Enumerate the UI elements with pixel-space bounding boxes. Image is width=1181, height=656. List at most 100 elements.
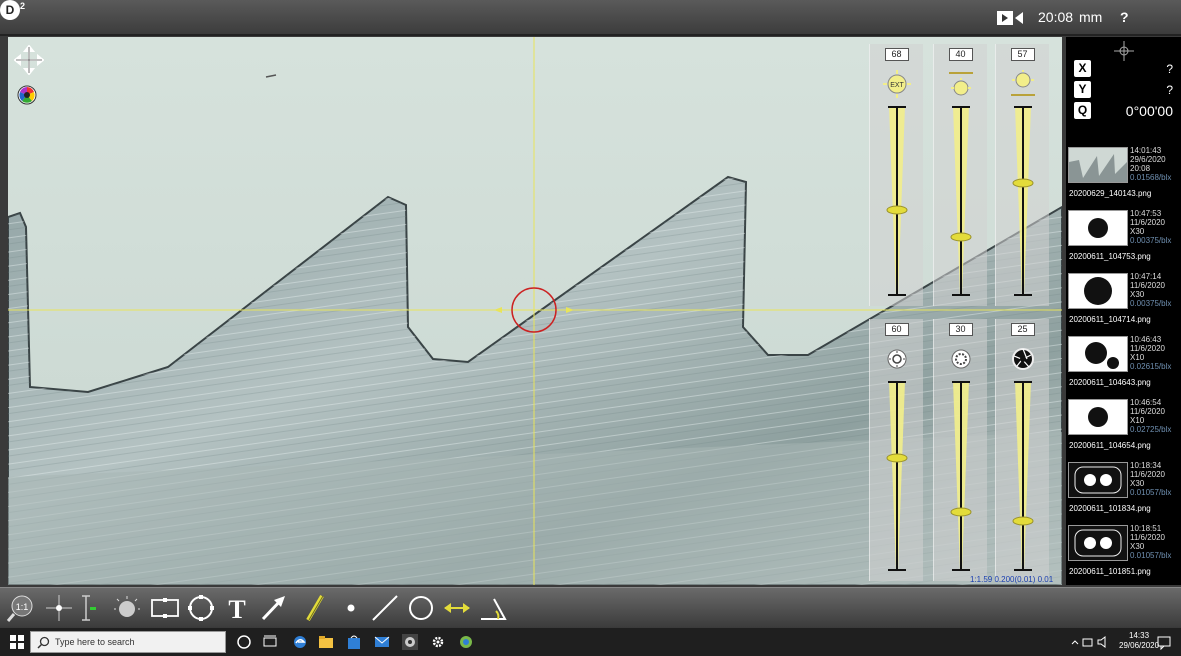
gallery-item[interactable]: 10:47:53 11/6/2020 X30 0.00375/blx 20200611_… bbox=[1066, 206, 1181, 269]
gallery-item[interactable]: 10:18:34 11/6/2020 X30 0.01057/blx 20200611_… bbox=[1066, 458, 1181, 521]
slider-track[interactable] bbox=[886, 381, 908, 571]
file-explorer-icon[interactable] bbox=[318, 634, 334, 650]
gallery-time: 10:47:53 bbox=[1130, 209, 1162, 218]
rectangle-tool[interactable] bbox=[150, 593, 180, 623]
slider-aperture[interactable]: 25 bbox=[995, 319, 1049, 581]
windows-taskbar: Type here to search 14:33 29/06/2020 bbox=[0, 628, 1181, 656]
system-tray-icons[interactable] bbox=[1070, 634, 1114, 650]
right-sidebar: X ? Y ? Q 0°00'00 14:01:43 29/6/2020 20:08… bbox=[1066, 37, 1181, 585]
settings-icon[interactable] bbox=[430, 634, 446, 650]
app-pinned-icon[interactable] bbox=[458, 634, 474, 650]
microscope-app-icon[interactable] bbox=[402, 634, 418, 650]
gallery-zoom: X30 bbox=[1130, 479, 1145, 488]
gallery-filename: 20200611_101851.png bbox=[1069, 567, 1151, 576]
gallery-item[interactable]: 14:01:43 29/6/2020 20:08 0.01568/blx 2020062… bbox=[1066, 143, 1181, 206]
edge-browser-icon[interactable] bbox=[292, 634, 308, 650]
gallery-time: 10:47:14 bbox=[1130, 272, 1162, 281]
gallery-date: 11/6/2020 bbox=[1130, 218, 1165, 227]
video-record-icon[interactable] bbox=[996, 9, 1024, 27]
slider-track[interactable] bbox=[1012, 381, 1034, 571]
slider-value[interactable]: 68 bbox=[884, 48, 909, 61]
crosshair-tool[interactable] bbox=[44, 593, 74, 623]
pen-tool[interactable] bbox=[300, 593, 330, 623]
slider-knob[interactable] bbox=[886, 205, 907, 215]
gallery-thumbnail[interactable] bbox=[1068, 273, 1128, 309]
circle-measure-tool[interactable] bbox=[406, 593, 436, 623]
slider-track[interactable] bbox=[950, 106, 972, 296]
slider-knob[interactable] bbox=[950, 507, 971, 517]
measure-toolbar: 1:1 T bbox=[0, 587, 1181, 627]
x-axis-button[interactable]: X bbox=[1074, 60, 1091, 77]
gallery-scale: 0.01057/blx bbox=[1130, 551, 1172, 560]
text-tool[interactable]: T bbox=[222, 593, 252, 624]
slider-track[interactable] bbox=[886, 106, 908, 296]
slider-brightness[interactable]: 60 bbox=[869, 319, 923, 581]
gallery-item[interactable]: 10:18:51 11/6/2020 X30 0.01057/blx 20200611_… bbox=[1066, 521, 1181, 584]
zoom-1to1-tool[interactable]: 1:1 bbox=[6, 593, 36, 623]
help-button[interactable]: ? bbox=[1120, 9, 1129, 25]
gallery-meta: 10:18:34 11/6/2020 X30 0.01057/blx bbox=[1130, 461, 1171, 497]
zoom-level-button[interactable]: D2 bbox=[0, 0, 25, 20]
unit-selector[interactable]: mm bbox=[1079, 9, 1102, 25]
slider-value[interactable]: 57 bbox=[1010, 48, 1035, 61]
slider-knob[interactable] bbox=[886, 453, 907, 463]
line-tool[interactable] bbox=[370, 593, 400, 623]
svg-text:1:1: 1:1 bbox=[16, 602, 29, 612]
slider-value[interactable]: 40 bbox=[948, 48, 973, 61]
slider-ring-light[interactable]: 57 bbox=[995, 44, 1049, 306]
taskbar-clock[interactable]: 14:33 29/06/2020 bbox=[1119, 631, 1159, 651]
taskbar-search-input[interactable]: Type here to search bbox=[30, 631, 226, 653]
brightness-icon bbox=[883, 345, 911, 373]
gallery-filename: 20200629_140143.png bbox=[1069, 189, 1152, 198]
windows-start-icon[interactable] bbox=[10, 635, 24, 649]
y-axis-button[interactable]: Y bbox=[1074, 81, 1091, 98]
color-wheel-icon[interactable] bbox=[17, 85, 37, 105]
vertical-measure-tool[interactable] bbox=[76, 593, 106, 623]
q-angle-button[interactable]: Q bbox=[1074, 102, 1091, 119]
slider-ext-light[interactable]: 68 EXT bbox=[869, 44, 923, 306]
point-tool[interactable] bbox=[336, 593, 366, 623]
gallery-thumbnail[interactable] bbox=[1068, 462, 1128, 498]
gallery-date: 11/6/2020 bbox=[1130, 533, 1165, 542]
gallery-thumbnail[interactable] bbox=[1068, 336, 1128, 372]
camera-view[interactable]: 68 EXT 40 57 60 30 25 1:1.59 0.200(0.01) 0.01 bbox=[8, 37, 1062, 585]
gallery-thumbnail[interactable] bbox=[1068, 399, 1128, 435]
gallery-item[interactable]: 10:46:43 11/6/2020 X10 0.02615/blx 20200611_… bbox=[1066, 332, 1181, 395]
svg-text:EXT: EXT bbox=[890, 82, 904, 89]
gallery-scale: 0.01568/blx bbox=[1130, 173, 1172, 182]
slider-knob[interactable] bbox=[1012, 516, 1033, 526]
slider-knob[interactable] bbox=[950, 232, 971, 242]
gallery-thumbnail[interactable] bbox=[1068, 147, 1128, 183]
angle-tool[interactable] bbox=[478, 593, 508, 623]
app-window: 20:08 mm ? D2 68 EXT 40 57 60 30 25 1:1.… bbox=[0, 0, 1181, 656]
gallery-time: 10:18:34 bbox=[1130, 461, 1162, 470]
gallery-zoom: X30 bbox=[1130, 290, 1145, 299]
distance-tool[interactable] bbox=[442, 593, 472, 623]
gallery-meta: 10:46:43 11/6/2020 X10 0.02615/blx bbox=[1130, 335, 1171, 371]
store-icon[interactable] bbox=[346, 634, 362, 650]
mail-icon[interactable] bbox=[374, 634, 390, 650]
slider-value[interactable]: 25 bbox=[1010, 323, 1035, 336]
gallery-scale: 0.00375/blx bbox=[1130, 236, 1172, 245]
task-view-icon[interactable] bbox=[262, 634, 278, 650]
gallery-thumbnail[interactable] bbox=[1068, 210, 1128, 246]
gallery-item[interactable]: 10:46:54 11/6/2020 X10 0.02725/blx 20200611_… bbox=[1066, 395, 1181, 458]
slider-value[interactable]: 60 bbox=[884, 323, 909, 336]
gallery-item[interactable]: 10:47:14 11/6/2020 X30 0.00375/blx 20200611_… bbox=[1066, 269, 1181, 332]
slider-track[interactable] bbox=[1012, 106, 1034, 296]
circle-tool[interactable] bbox=[186, 593, 216, 623]
move-icon[interactable] bbox=[14, 45, 44, 75]
arrow-tool[interactable] bbox=[258, 593, 288, 623]
slider-track[interactable] bbox=[950, 381, 972, 571]
slider-knob[interactable] bbox=[1012, 178, 1033, 188]
gallery-scale: 0.02615/blx bbox=[1130, 362, 1172, 371]
slider-value[interactable]: 30 bbox=[948, 323, 973, 336]
slider-contrast[interactable]: 30 bbox=[933, 319, 987, 581]
gallery-filename: 20200611_104714.png bbox=[1069, 315, 1151, 324]
x-value: ? bbox=[1166, 62, 1173, 76]
illumination-tool[interactable] bbox=[112, 593, 142, 623]
notifications-icon[interactable] bbox=[1156, 634, 1172, 650]
gallery-thumbnail[interactable] bbox=[1068, 525, 1128, 561]
cortana-icon[interactable] bbox=[236, 634, 252, 650]
slider-top-light[interactable]: 40 bbox=[933, 44, 987, 306]
